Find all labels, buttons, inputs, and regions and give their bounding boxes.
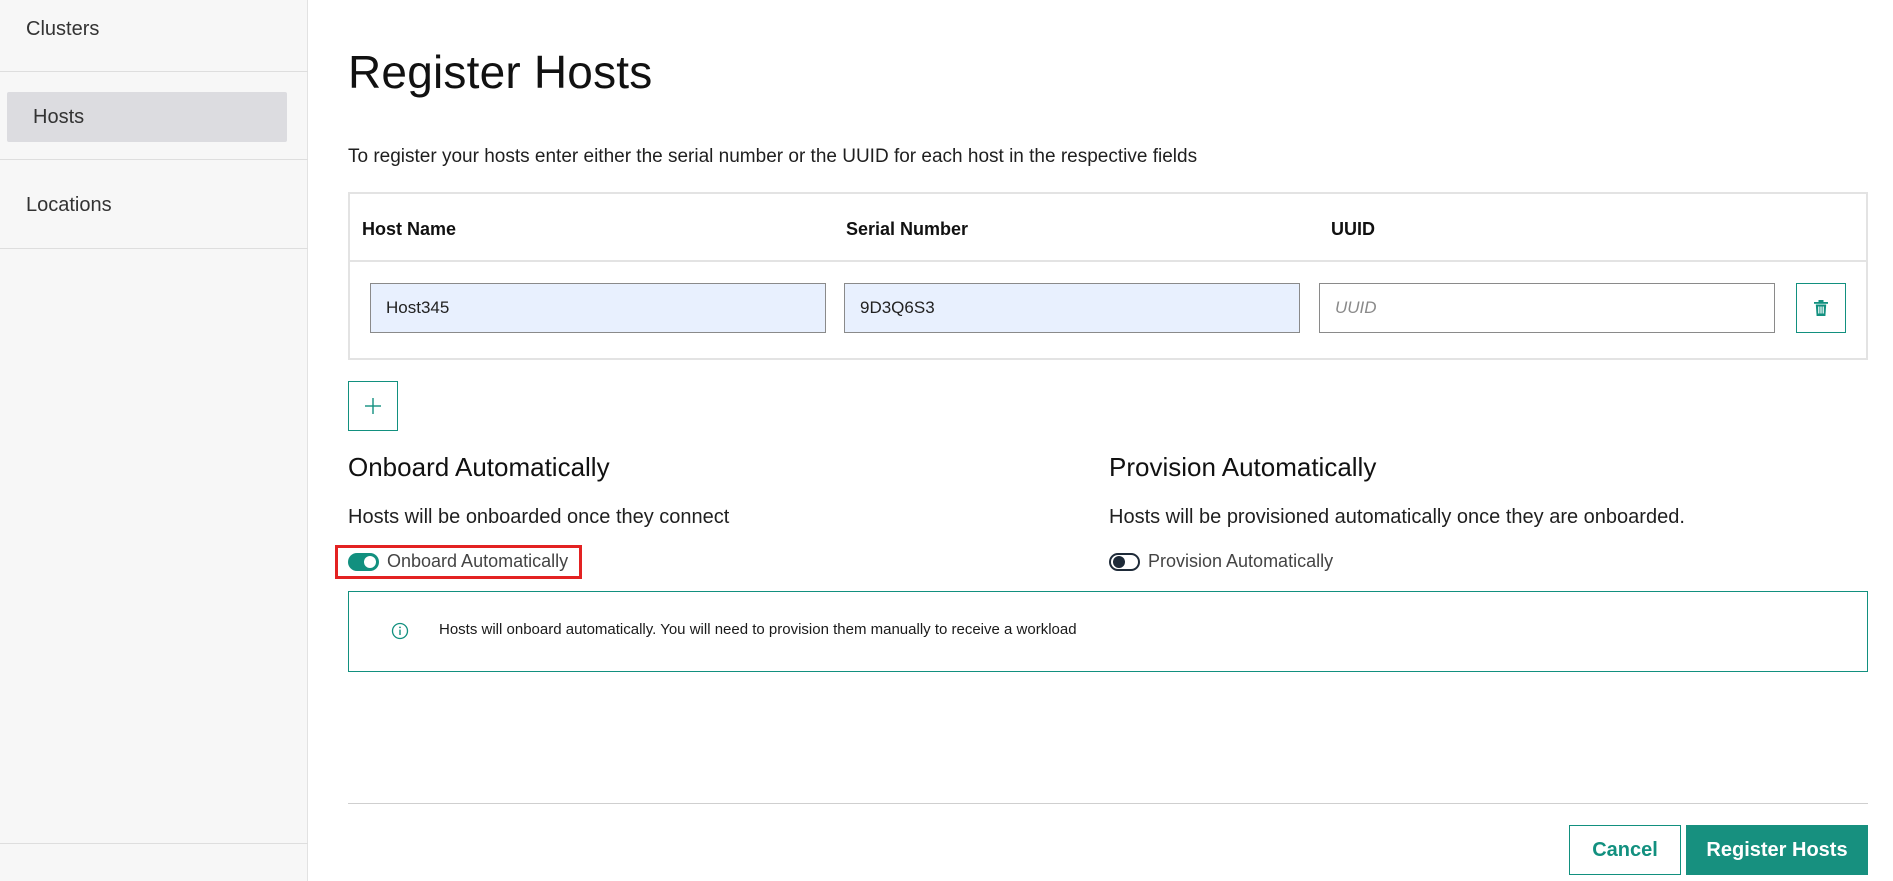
hosts-table: Host Name Serial Number UUID	[348, 192, 1868, 360]
plus-icon	[365, 398, 381, 414]
column-header-host-name: Host Name	[362, 219, 457, 239]
sidebar-item-label: Hosts	[33, 105, 85, 128]
column-header-serial-number: Serial Number	[846, 219, 969, 239]
onboard-title: Onboard Automatically	[348, 452, 610, 482]
provision-toggle-row[interactable]: Provision Automatically	[1109, 551, 1333, 572]
sidebar-item-locations[interactable]: Locations	[0, 186, 308, 224]
toggle-knob	[364, 555, 376, 568]
onboard-description: Hosts will be onboarded once they connec…	[348, 506, 730, 528]
add-row-button[interactable]	[348, 381, 398, 431]
info-banner-message: Hosts will onboard automatically. You wi…	[439, 621, 1077, 638]
sidebar-item-label: Locations	[26, 193, 112, 216]
footer-divider	[348, 803, 1868, 804]
serial-number-input[interactable]	[844, 283, 1300, 333]
provision-toggle-label: Provision Automatically	[1148, 551, 1334, 571]
sidebar-item-hosts[interactable]: Hosts	[7, 92, 287, 142]
delete-row-button[interactable]	[1796, 283, 1846, 333]
sidebar: Clusters Hosts Locations	[0, 0, 308, 881]
app-root: Clusters Hosts Locations Register Hosts …	[0, 0, 1893, 881]
onboard-toggle-label: Onboard Automatically	[387, 551, 569, 571]
host-name-input[interactable]	[370, 283, 826, 333]
main-content: Register Hosts To register your hosts en…	[335, 0, 1868, 881]
sidebar-section-clusters: Clusters	[0, 0, 308, 72]
page-intro: To register your hosts enter either the …	[348, 146, 1198, 167]
sidebar-divider	[0, 843, 308, 844]
provision-toggle[interactable]	[1109, 552, 1140, 571]
toggle-knob	[1113, 555, 1125, 568]
table-header: Host Name Serial Number UUID	[350, 194, 1866, 262]
provision-title: Provision Automatically	[1109, 452, 1377, 482]
sidebar-section-hosts: Hosts	[0, 72, 308, 160]
sidebar-section-locations: Locations	[0, 160, 308, 249]
column-header-uuid: UUID	[1331, 219, 1375, 239]
info-banner: Hosts will onboard automatically. You wi…	[348, 591, 1868, 672]
provision-description: Hosts will be provisioned automatically …	[1109, 506, 1685, 528]
register-hosts-button[interactable]: Register Hosts	[1686, 825, 1868, 875]
onboard-toggle-row[interactable]: Onboard Automatically	[348, 551, 568, 572]
uuid-input[interactable]	[1319, 283, 1775, 333]
trash-icon	[1814, 300, 1828, 316]
sidebar-item-label: Clusters	[26, 17, 100, 40]
cancel-button[interactable]: Cancel	[1569, 825, 1681, 875]
onboard-toggle[interactable]	[348, 552, 379, 571]
page-title: Register Hosts	[348, 46, 653, 98]
info-icon	[391, 622, 409, 640]
sidebar-item-clusters[interactable]: Clusters	[0, 10, 308, 48]
